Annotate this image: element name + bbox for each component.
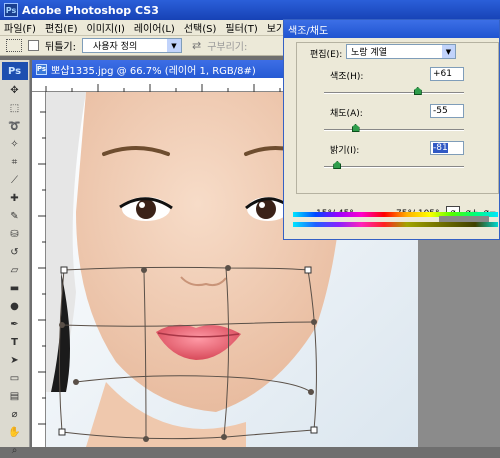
ruler-ticks-left (38, 111, 46, 425)
edit-range-value: 노랑 계열 (351, 48, 387, 58)
saturation-input[interactable]: -55 (430, 104, 464, 118)
ruler-vertical[interactable] (32, 92, 46, 447)
saturation-slider[interactable] (324, 124, 464, 132)
magic-wand-icon[interactable]: ✧ (3, 136, 27, 152)
hand-icon[interactable]: ✋ (3, 424, 27, 440)
hue-input[interactable]: +61 (430, 67, 464, 81)
menu-layer[interactable]: 레이어(L) (134, 20, 175, 35)
app-title: Adobe Photoshop CS3 (22, 3, 159, 17)
lightness-slider[interactable] (324, 161, 464, 169)
lasso-icon[interactable]: ➰ (3, 118, 27, 134)
shape-icon[interactable]: ▭ (3, 370, 27, 386)
chevron-down-icon: ▼ (166, 39, 181, 52)
document-icon: Ps (36, 63, 47, 75)
warp-style-value: 사용자 정의 (92, 42, 138, 52)
adjustment-group (296, 42, 499, 194)
gradient-icon[interactable]: ▬ (3, 280, 27, 296)
toolbox: Ps ✥ ⬚ ➰ ✧ ⌗ ⟋ ✚ ✎ ⛁ ↺ ▱ ▬ ● ✒ T ➤ ▭ ▤ ⌀… (0, 60, 30, 456)
lightness-value: -81 (433, 143, 448, 153)
app-title-bar: Ps Adobe Photoshop CS3 (0, 0, 500, 20)
warp-style-select[interactable]: 사용자 정의 ▼ (81, 38, 182, 53)
pen-icon[interactable]: ✒ (3, 316, 27, 332)
range-slider[interactable] (439, 216, 489, 222)
zoom-icon[interactable]: ⌕ (3, 442, 27, 458)
menu-select[interactable]: 선택(S) (184, 20, 217, 35)
saturation-value: -55 (433, 106, 448, 116)
left-iris (136, 199, 156, 219)
left-eye-highlight (139, 202, 145, 208)
eyedropper-icon[interactable]: ⌀ (3, 406, 27, 422)
hue-value: +61 (433, 69, 452, 79)
color-bar-result (293, 222, 498, 227)
orientation-icon[interactable]: ⇄ (192, 39, 201, 52)
menu-file[interactable]: 파일(F) (4, 20, 36, 35)
lightness-input[interactable]: -81 (430, 141, 464, 155)
path-select-icon[interactable]: ➤ (3, 352, 27, 368)
history-brush-icon[interactable]: ↺ (3, 244, 27, 260)
saturation-label: 채도(A): (330, 109, 363, 119)
stamp-icon[interactable]: ⛁ (3, 226, 27, 242)
menu-filter[interactable]: 필터(T) (225, 20, 257, 35)
dialog-title: 색조/채도 (288, 25, 329, 37)
dodge-icon[interactable]: ● (3, 298, 27, 314)
move-icon[interactable]: ✥ (3, 82, 27, 98)
transform-tool-icon[interactable] (6, 39, 22, 52)
right-eye-highlight (259, 202, 265, 208)
lightness-label: 밝기(I): (330, 146, 360, 156)
workspace-background (418, 240, 500, 447)
edit-label: 편집(E): (310, 50, 343, 60)
crop-icon[interactable]: ⌗ (3, 154, 27, 170)
brush-icon[interactable]: ✎ (3, 208, 27, 224)
menu-image[interactable]: 이미지(I) (87, 20, 125, 35)
marquee-icon[interactable]: ⬚ (3, 100, 27, 116)
eraser-icon[interactable]: ▱ (3, 262, 27, 278)
notes-icon[interactable]: ▤ (3, 388, 27, 404)
hue-saturation-dialog: 색조/채도 편집(E): 노랑 계열 ▼ 색조(H): +61 채도(A): -… (283, 19, 500, 240)
hue-label: 색조(H): (330, 72, 364, 82)
reference-point-checkbox[interactable] (28, 40, 39, 51)
ps-logo: Ps (1, 62, 28, 80)
bend-label: 구부리기: (207, 42, 248, 53)
document-title: 뽀샵1335.jpg @ 66.7% (레이어 1, RGB/8#) (51, 65, 256, 77)
type-icon[interactable]: T (3, 334, 27, 350)
healing-icon[interactable]: ✚ (3, 190, 27, 206)
slice-icon[interactable]: ⟋ (3, 172, 27, 188)
hue-slider[interactable] (324, 87, 464, 95)
document-title-bar[interactable]: Ps 뽀샵1335.jpg @ 66.7% (레이어 1, RGB/8#) (32, 60, 284, 78)
warp-label: 뒤틀기: (45, 42, 76, 53)
menu-edit[interactable]: 편집(E) (45, 20, 78, 35)
dialog-title-bar[interactable]: 색조/채도 (284, 20, 499, 38)
edit-range-select[interactable]: 노랑 계열 ▼ (346, 44, 456, 59)
chevron-down-icon: ▼ (442, 45, 455, 58)
photoshop-icon: Ps (4, 3, 18, 17)
